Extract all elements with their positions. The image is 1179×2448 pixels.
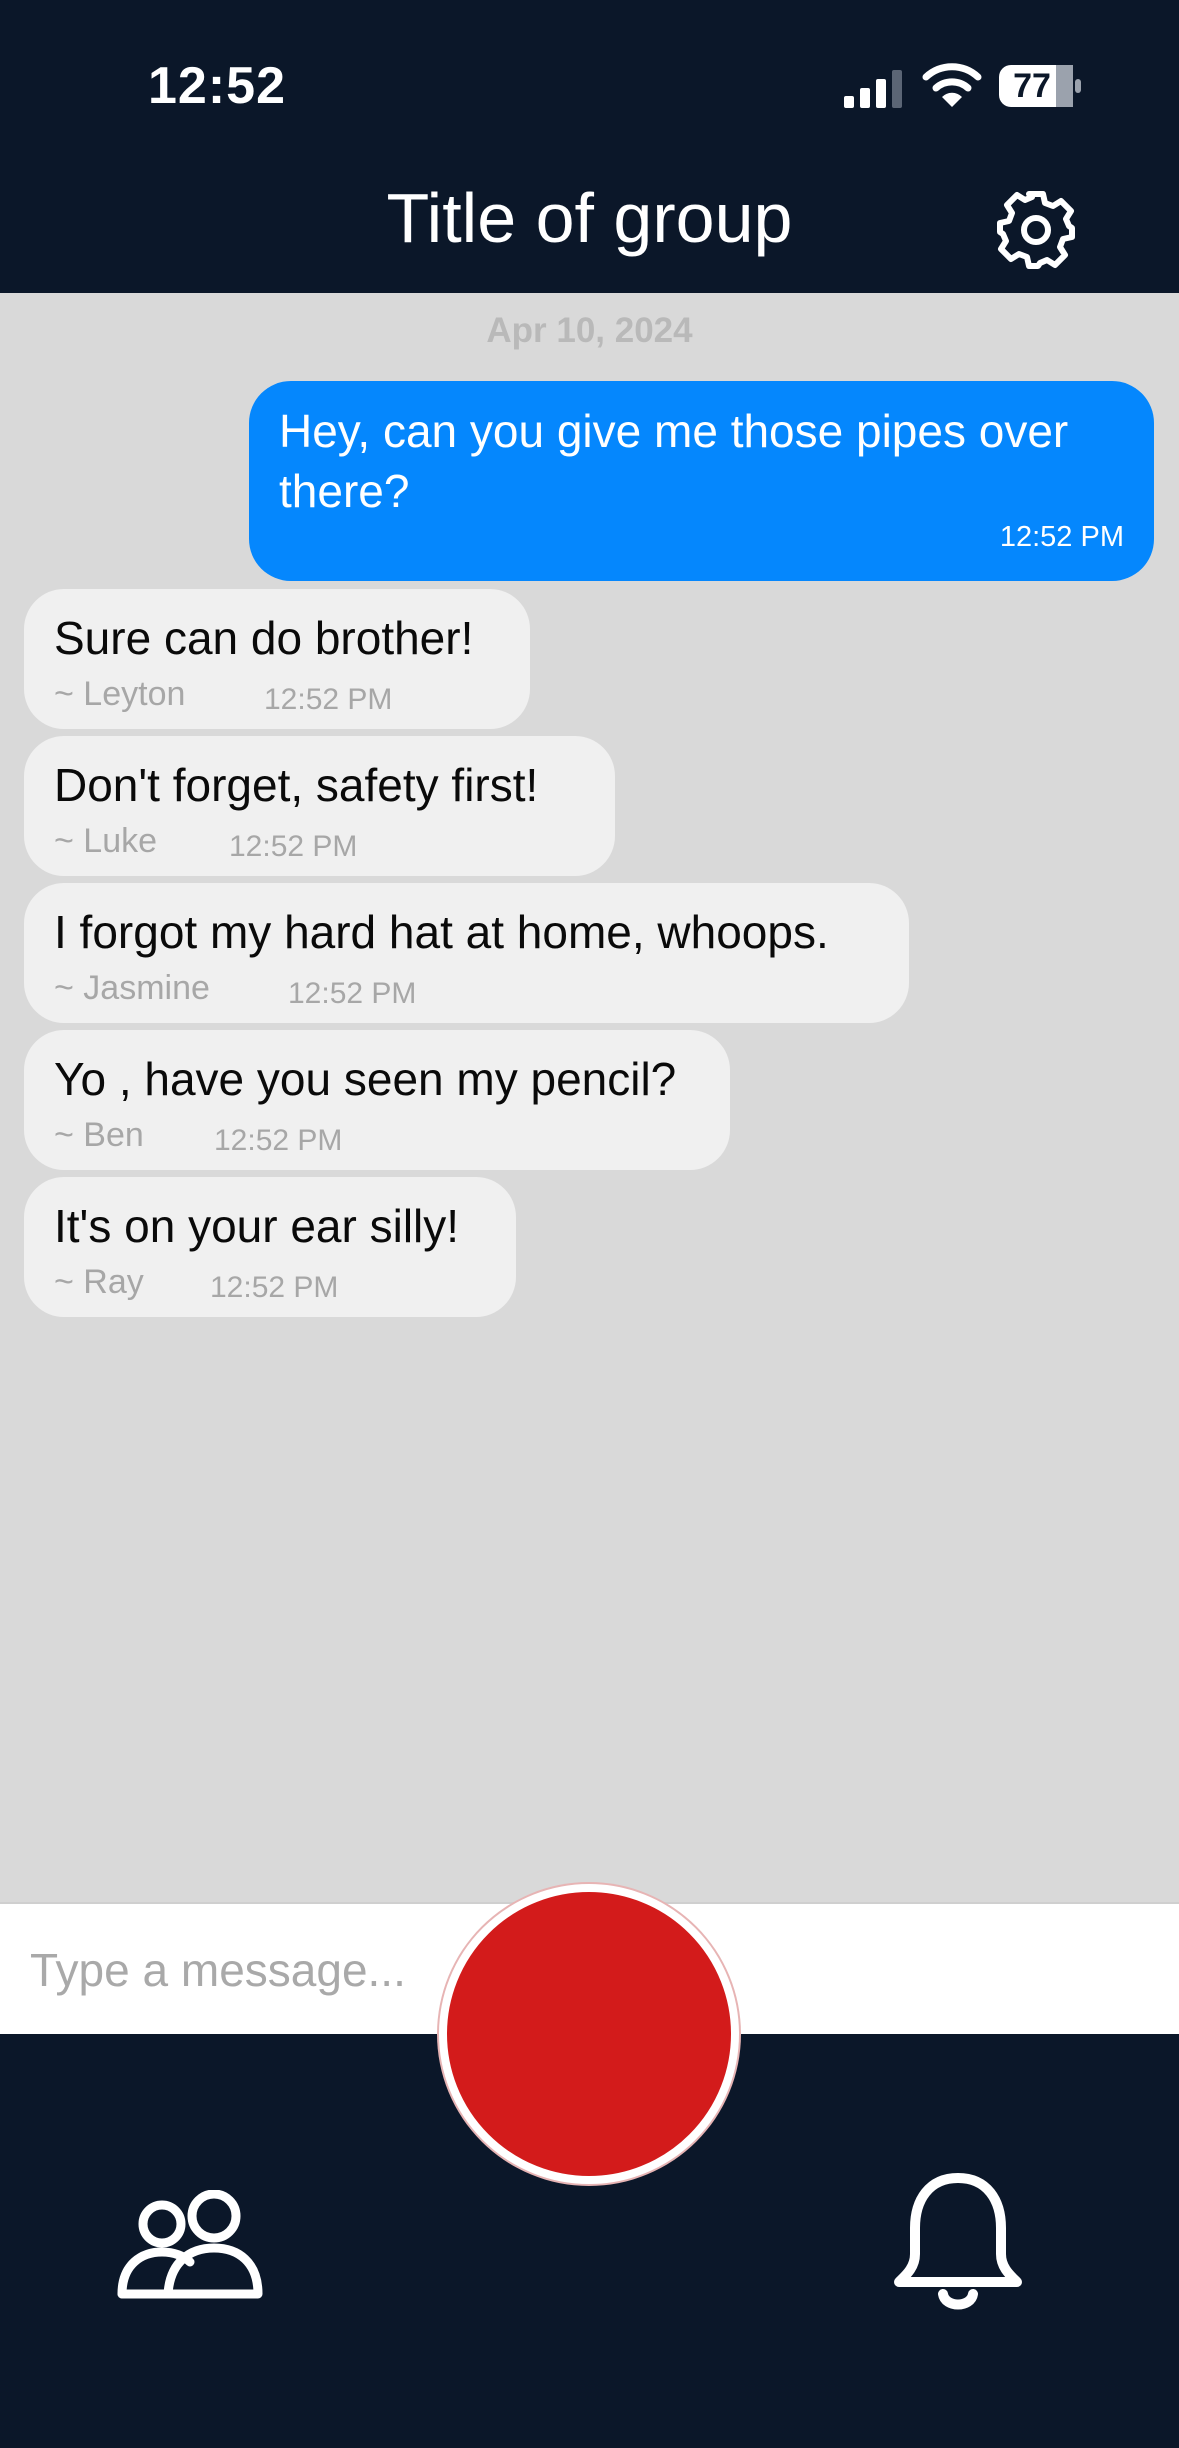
message-bubble-incoming[interactable]: I forgot my hard hat at home, whoops. ~ …: [24, 883, 909, 1023]
date-separator: Apr 10, 2024: [486, 311, 693, 350]
message-sender: ~ Ben: [54, 1116, 144, 1154]
gear-icon[interactable]: [994, 188, 1078, 272]
battery-level: 77: [1013, 67, 1051, 105]
message-time: 12:52 PM: [214, 1124, 343, 1157]
message-text: Yo , have you seen my pencil?: [54, 1053, 677, 1105]
message-sender: ~ Leyton: [54, 675, 186, 713]
message-text: It's on your ear silly!: [54, 1200, 460, 1252]
message-bubble-incoming[interactable]: Don't forget, safety first! ~ Luke 12:52…: [24, 736, 615, 876]
message-input[interactable]: [30, 1928, 430, 2012]
message-bubble-outgoing[interactable]: Hey, can you give me those pipes over th…: [249, 381, 1154, 581]
message-text: Hey, can you give me those pipes over th…: [279, 405, 1069, 517]
message-sender: ~ Ray: [54, 1263, 144, 1301]
chat-area[interactable]: Apr 10, 2024 Hey, can you give me those …: [0, 293, 1179, 1902]
message-text: Don't forget, safety first!: [54, 759, 539, 811]
message-time: 12:52 PM: [264, 683, 393, 716]
message-bubble-incoming[interactable]: It's on your ear silly! ~ Ray 12:52 PM: [24, 1177, 516, 1317]
message-bubble-incoming[interactable]: Sure can do brother! ~ Leyton 12:52 PM: [24, 589, 530, 729]
wifi-icon: [922, 63, 982, 107]
message-sender: ~ Jasmine: [54, 969, 210, 1007]
message-time: 12:52 PM: [288, 977, 417, 1010]
message-bubble-incoming[interactable]: Yo , have you seen my pencil? ~ Ben 12:5…: [24, 1030, 730, 1170]
message-text: Sure can do brother!: [54, 612, 474, 664]
cellular-signal-icon: [844, 70, 902, 108]
message-sender: ~ Luke: [54, 822, 158, 860]
battery-indicator: 77: [998, 64, 1082, 108]
message-time: 12:52 PM: [210, 1271, 339, 1304]
bell-icon[interactable]: [893, 2172, 1023, 2317]
people-icon[interactable]: [116, 2190, 264, 2300]
message-time: 12:52 PM: [229, 830, 358, 863]
message-text: I forgot my hard hat at home, whoops.: [54, 906, 829, 958]
app-header: 12:52 77 Title of group: [0, 0, 1179, 293]
status-bar-time: 12:52: [148, 57, 286, 115]
message-time: 12:52 PM: [999, 521, 1124, 553]
record-button[interactable]: [439, 1884, 739, 2184]
